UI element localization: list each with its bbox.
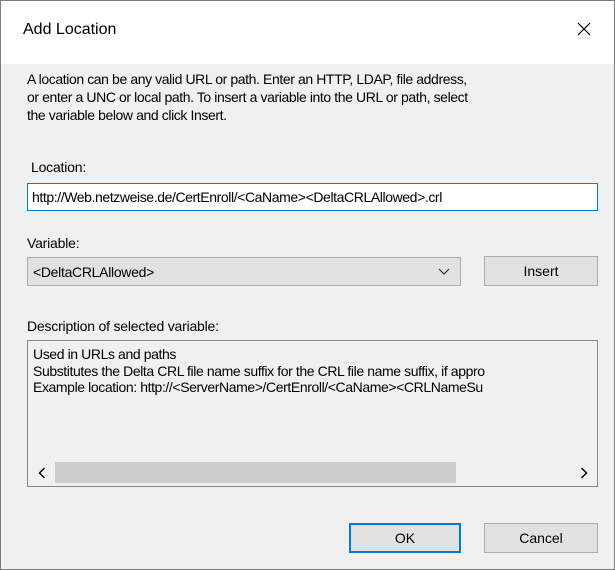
intro-line: A location can be any valid URL or path.…: [27, 71, 467, 87]
description-line: Substitutes the Delta CRL file name suff…: [33, 362, 485, 379]
chevron-right-icon: [580, 467, 587, 478]
location-label: Location:: [31, 159, 87, 175]
description-text: Used in URLs and paths Substitutes the D…: [33, 346, 485, 396]
add-location-dialog: Add Location A location can be any valid…: [0, 0, 615, 570]
scroll-right-button[interactable]: [570, 459, 597, 486]
intro-line: the variable below and click Insert.: [27, 107, 227, 123]
cancel-button[interactable]: Cancel: [484, 523, 598, 553]
ok-button[interactable]: OK: [349, 523, 461, 553]
variable-selected-value: <DeltaCRLAllowed>: [33, 263, 154, 280]
title-bar: Add Location: [1, 1, 614, 64]
description-label: Description of selected variable:: [27, 318, 219, 334]
close-icon: [577, 22, 591, 36]
scrollbar-thumb[interactable]: [55, 462, 456, 483]
close-button[interactable]: [561, 9, 607, 49]
description-line: Used in URLs and paths: [33, 346, 176, 362]
location-input[interactable]: [27, 183, 598, 211]
horizontal-scrollbar[interactable]: [28, 459, 597, 486]
insert-button[interactable]: Insert: [484, 256, 598, 286]
variable-label: Variable:: [27, 235, 80, 251]
chevron-down-icon: [438, 268, 450, 275]
chevron-left-icon: [38, 467, 45, 478]
intro-text: A location can be any valid URL or path.…: [27, 70, 607, 124]
description-line: Example location: http://<ServerName>/Ce…: [33, 379, 483, 395]
scroll-left-button[interactable]: [28, 459, 55, 486]
description-box: Used in URLs and paths Substitutes the D…: [27, 340, 598, 487]
variable-select[interactable]: <DeltaCRLAllowed>: [27, 257, 461, 286]
dialog-title: Add Location: [23, 21, 117, 38]
intro-line: or enter a UNC or local path. To insert …: [27, 89, 468, 105]
